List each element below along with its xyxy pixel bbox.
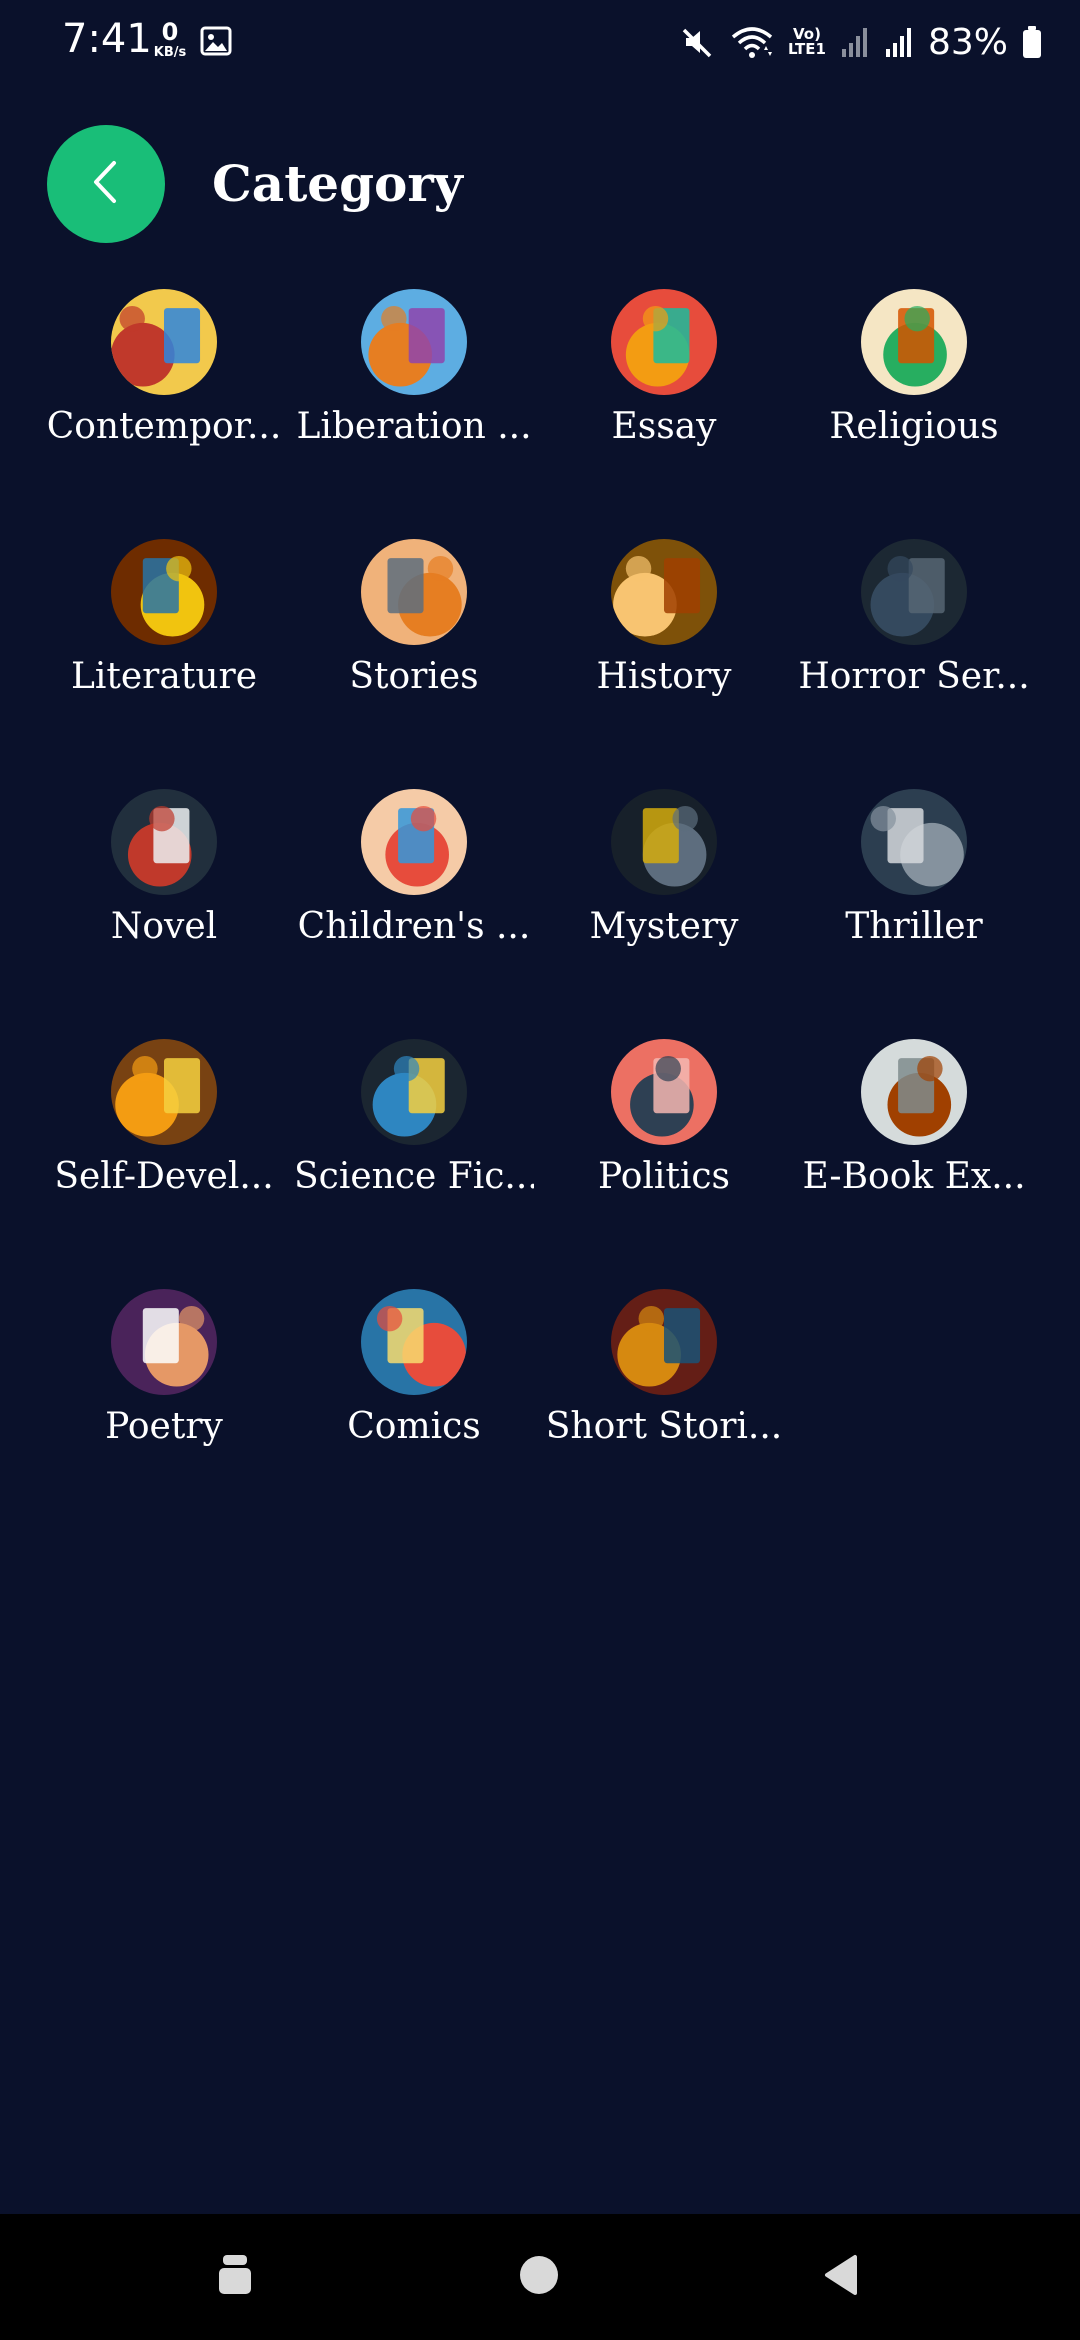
category-label: History [596, 656, 732, 697]
category-thumbnail [861, 539, 967, 645]
category-thumbnail [611, 1289, 717, 1395]
category-thumbnail [361, 1039, 467, 1145]
category-item[interactable]: Horror Ser... [789, 535, 1039, 785]
category-label: Liberation ... [296, 406, 532, 447]
category-thumbnail [861, 789, 967, 895]
category-thumbnail [111, 1289, 217, 1395]
battery-percent: 83% [927, 21, 1008, 63]
category-thumbnail [611, 789, 717, 895]
category-item[interactable]: Essay [539, 285, 789, 535]
category-item[interactable]: E-Book Ex... [789, 1035, 1039, 1285]
category-label: Short Stori... [545, 1406, 783, 1447]
category-item[interactable]: Poetry [39, 1285, 289, 1535]
screen: 7:41 0 KB/s Vo) LTE1 83% Category Contem… [0, 0, 1080, 2340]
volte-line-2: LTE1 [787, 40, 826, 58]
back-button[interactable] [47, 125, 165, 243]
category-thumbnail [361, 789, 467, 895]
category-label: Novel [110, 906, 218, 947]
category-item[interactable]: Literature [39, 535, 289, 785]
category-label: Contempor... [46, 406, 282, 447]
category-item[interactable]: Liberation ... [289, 285, 539, 535]
category-item[interactable]: Science Fic... [289, 1035, 539, 1285]
category-label: Science Fic... [294, 1156, 534, 1197]
category-label: E-Book Ex... [802, 1156, 1026, 1197]
category-label: Politics [597, 1156, 731, 1197]
category-label: Mystery [589, 906, 739, 947]
category-label: Essay [611, 406, 717, 447]
category-label: Horror Ser... [798, 656, 1030, 697]
category-item[interactable]: Religious [789, 285, 1039, 535]
category-thumbnail [611, 289, 717, 395]
signal-icon [884, 25, 914, 59]
category-item[interactable]: Thriller [789, 785, 1039, 1035]
back-icon [821, 2253, 861, 2301]
category-thumbnail [111, 289, 217, 395]
page-title: Category [212, 154, 463, 213]
volte-indicator: Vo) LTE1 [788, 27, 826, 57]
category-thumbnail [361, 289, 467, 395]
category-label: Children's ... [297, 906, 531, 947]
category-item[interactable]: Politics [539, 1035, 789, 1285]
category-thumbnail [611, 1039, 717, 1145]
category-label: Stories [349, 656, 479, 697]
home-button[interactable] [504, 2244, 574, 2310]
category-item[interactable]: Stories [289, 535, 539, 785]
network-speed-value: 0 [161, 18, 179, 46]
category-label: Literature [70, 656, 258, 697]
category-item[interactable]: Comics [289, 1285, 539, 1535]
category-item[interactable]: Self-Devel... [39, 1035, 289, 1285]
status-bar: 7:41 0 KB/s Vo) LTE1 83% [0, 0, 1080, 84]
gallery-icon [200, 26, 232, 56]
category-label: Poetry [105, 1406, 223, 1447]
category-thumbnail [361, 539, 467, 645]
category-item[interactable]: Short Stori... [539, 1285, 789, 1535]
category-thumbnail [611, 539, 717, 645]
navigation-bar [0, 2214, 1080, 2340]
category-thumbnail [861, 1039, 967, 1145]
status-time: 7:41 [62, 16, 152, 62]
category-thumbnail [111, 1039, 217, 1145]
recents-button[interactable] [200, 2244, 270, 2310]
category-label: Religious [829, 406, 999, 447]
category-label: Self-Devel... [54, 1156, 274, 1197]
mute-icon [680, 24, 716, 60]
chevron-left-icon [86, 157, 126, 211]
network-speed: 0 KB/s [150, 20, 190, 59]
category-item[interactable]: History [539, 535, 789, 785]
battery-icon [1022, 25, 1042, 59]
category-label: Thriller [845, 906, 983, 947]
category-item[interactable]: Contempor... [39, 285, 289, 535]
recents-icon [215, 2253, 255, 2301]
home-icon [517, 2253, 561, 2301]
category-item[interactable]: Novel [39, 785, 289, 1035]
category-item[interactable]: Children's ... [289, 785, 539, 1035]
category-grid: Contempor... Liberation ... Essay Religious… [39, 285, 1039, 1535]
back-nav-button[interactable] [806, 2244, 876, 2310]
signal-icon [840, 25, 870, 59]
category-thumbnail [361, 1289, 467, 1395]
category-thumbnail [111, 539, 217, 645]
network-speed-unit: KB/s [153, 45, 187, 60]
wifi-icon [730, 24, 774, 60]
category-thumbnail [111, 789, 217, 895]
status-icons: Vo) LTE1 83% [680, 18, 1042, 66]
category-label: Comics [347, 1406, 481, 1447]
category-thumbnail [861, 289, 967, 395]
category-item[interactable]: Mystery [539, 785, 789, 1035]
